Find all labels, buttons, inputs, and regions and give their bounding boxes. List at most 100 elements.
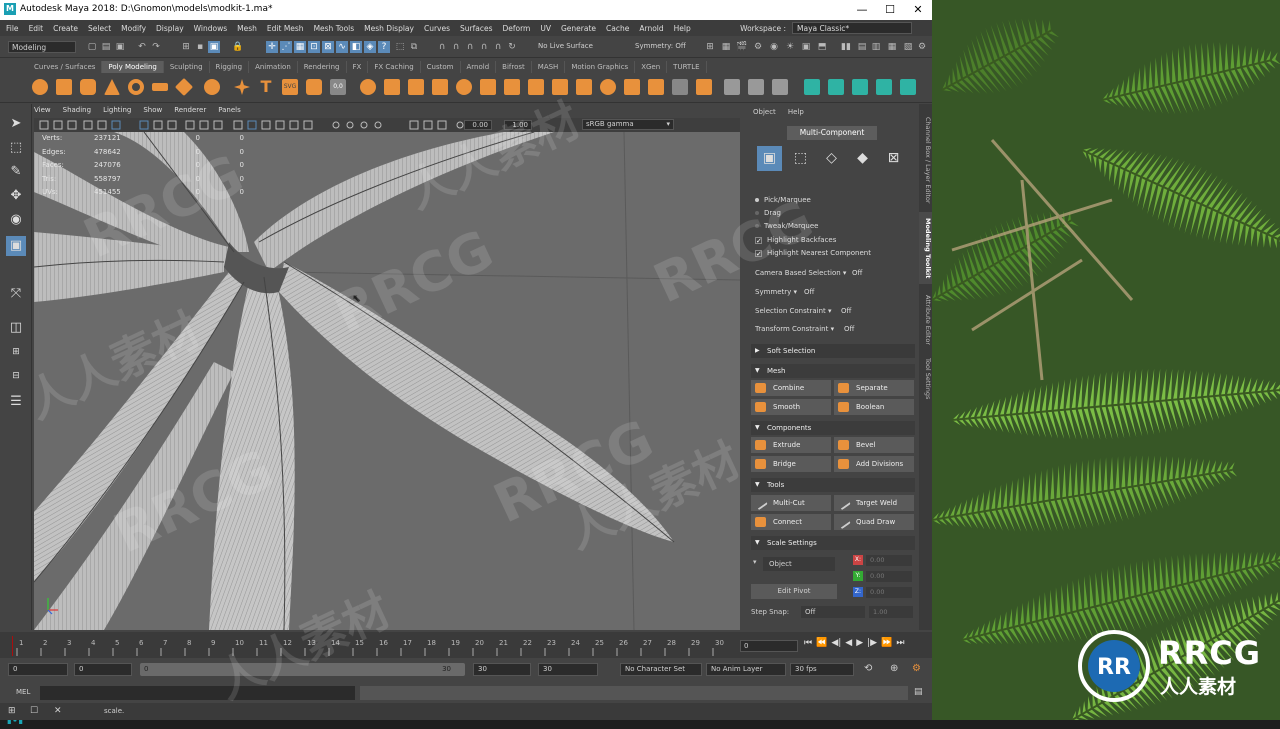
- workspace-dropdown[interactable]: Maya Classic*: [792, 22, 912, 34]
- uv-mode-icon[interactable]: ⊠: [881, 146, 906, 171]
- range-slider[interactable]: 0 30: [140, 663, 465, 676]
- single-perspective-layout-icon[interactable]: ◫: [6, 318, 26, 338]
- shelf-tab-curves-surfaces[interactable]: Curves / Surfaces: [28, 61, 102, 73]
- menu-file[interactable]: File: [6, 24, 19, 33]
- menu-generate[interactable]: Generate: [561, 24, 596, 33]
- collapse-icon[interactable]: [696, 79, 712, 95]
- selection-mask-render-icon[interactable]: ⬚: [394, 41, 406, 53]
- poly-sphere-icon[interactable]: [32, 79, 48, 95]
- scene-start-field[interactable]: 0: [8, 663, 68, 676]
- live-surface-label[interactable]: No Live Surface: [538, 42, 593, 50]
- last-tool-icon[interactable]: ⤧: [6, 284, 26, 304]
- toolkit-menu-help[interactable]: Help: [788, 108, 804, 116]
- shelf-tab-rendering[interactable]: Rendering: [298, 61, 347, 73]
- scale-settings-section[interactable]: Scale Settings: [751, 536, 915, 550]
- select-hierarchy-icon[interactable]: ⊞: [180, 41, 192, 53]
- rotate-tool-icon[interactable]: ◉: [6, 210, 26, 230]
- soft-selection-section[interactable]: Soft Selection: [751, 344, 915, 358]
- step-back-icon[interactable]: ◀|: [831, 638, 841, 648]
- extract-icon[interactable]: [408, 79, 424, 95]
- shelf-tab-poly-modeling[interactable]: Poly Modeling: [102, 61, 163, 73]
- highlight-nearest-checkbox[interactable]: ✓Highlight Nearest Component: [755, 249, 871, 257]
- auto-uv-icon[interactable]: [852, 79, 868, 95]
- object-mode-icon[interactable]: ▣: [757, 146, 782, 171]
- taskbar-close-icon[interactable]: ✕: [54, 706, 62, 716]
- transform-constraint[interactable]: Transform Constraint ▾Off: [755, 325, 834, 333]
- smooth-button[interactable]: Smooth: [751, 399, 831, 415]
- add-divisions-button[interactable]: Add Divisions: [834, 456, 914, 472]
- toggle-sidebar-b-icon[interactable]: ▤: [856, 41, 868, 53]
- selection-mask-misc-icon[interactable]: ?: [378, 41, 390, 53]
- bevel-button[interactable]: Bevel: [834, 437, 914, 453]
- panel-menu-panels[interactable]: Panels: [218, 106, 241, 118]
- separate-icon[interactable]: [384, 79, 400, 95]
- smooth-icon[interactable]: [456, 79, 472, 95]
- command-language-label[interactable]: MEL: [16, 688, 30, 696]
- toolkit-symmetry[interactable]: Symmetry ▾Off: [755, 288, 797, 296]
- shelf-tab-arnold[interactable]: Arnold: [461, 61, 497, 73]
- tab-tool-settings[interactable]: Tool Settings: [919, 354, 932, 404]
- edge-mode-icon[interactable]: ◇: [819, 146, 844, 171]
- y-axis-value[interactable]: 0.00: [866, 571, 912, 582]
- target-weld-button[interactable]: Target Weld: [834, 495, 914, 511]
- boolean-union-icon[interactable]: [480, 79, 496, 95]
- taskbar-windows-icon[interactable]: ⊞: [8, 706, 16, 716]
- new-scene-icon[interactable]: ▢: [86, 41, 98, 53]
- hypershade-icon[interactable]: ◉: [768, 41, 780, 53]
- camera-sequencer-icon[interactable]: ⬒: [816, 41, 828, 53]
- shelf-tab-motion-graphics[interactable]: Motion Graphics: [565, 61, 635, 73]
- shelf-tab-fx[interactable]: FX: [347, 61, 369, 73]
- maximize-button[interactable]: ☐: [876, 0, 904, 20]
- panel-menu-renderer[interactable]: Renderer: [174, 106, 206, 118]
- menu-display[interactable]: Display: [156, 24, 184, 33]
- poly-cube-icon[interactable]: [56, 79, 72, 95]
- tools-section[interactable]: Tools: [751, 478, 915, 492]
- zero-transform-icon[interactable]: 0,0: [330, 79, 346, 95]
- play-forward-icon[interactable]: ▶: [856, 638, 863, 648]
- snap-surface-icon[interactable]: ∩: [492, 41, 504, 53]
- poly-torus-icon[interactable]: [128, 79, 144, 95]
- tweak-marquee-option[interactable]: Tweak/Marquee: [755, 222, 818, 230]
- command-input[interactable]: [40, 686, 355, 700]
- scene-end-field[interactable]: 30: [538, 663, 598, 676]
- menu-edit-mesh[interactable]: Edit Mesh: [267, 24, 304, 33]
- multi-cut-icon[interactable]: [724, 79, 740, 95]
- shelf-tab-sculpting[interactable]: Sculpting: [164, 61, 210, 73]
- menu-mesh-display[interactable]: Mesh Display: [364, 24, 414, 33]
- highlight-backfaces-checkbox[interactable]: ✓Highlight Backfaces: [755, 236, 836, 244]
- boolean-difference-icon[interactable]: [504, 79, 520, 95]
- pick-marquee-option[interactable]: Pick/Marquee: [755, 196, 811, 204]
- toggle-sidebar-d-icon[interactable]: ▦: [886, 41, 898, 53]
- menu-mesh[interactable]: Mesh: [237, 24, 257, 33]
- step-back-key-icon[interactable]: ⏪: [816, 638, 827, 648]
- panel-menu-view[interactable]: View: [34, 106, 51, 118]
- poly-cone-icon[interactable]: [104, 79, 120, 95]
- menu-curves[interactable]: Curves: [424, 24, 450, 33]
- scale-tool-icon[interactable]: ▣: [6, 236, 26, 256]
- undo-icon[interactable]: ↶: [136, 41, 148, 53]
- mirror-icon[interactable]: [528, 79, 544, 95]
- tab-channel-box[interactable]: Channel Box / Layer Editor: [919, 110, 932, 210]
- bevel-icon[interactable]: [600, 79, 616, 95]
- menu-edit[interactable]: Edit: [29, 24, 44, 33]
- snap-projected-icon[interactable]: ∩: [478, 41, 490, 53]
- snap-point-icon[interactable]: ∩: [464, 41, 476, 53]
- combine-button[interactable]: Combine: [751, 380, 831, 396]
- x-axis-value[interactable]: 0.00: [866, 555, 912, 566]
- camera-uv-icon[interactable]: [900, 79, 916, 95]
- menu-uv[interactable]: UV: [540, 24, 551, 33]
- panel-menu-lighting[interactable]: Lighting: [103, 106, 131, 118]
- render-view-icon[interactable]: ☀: [784, 41, 796, 53]
- selection-mask-curve-icon[interactable]: ∿: [336, 41, 348, 53]
- multi-component-button[interactable]: Multi-Component: [787, 126, 877, 140]
- preferences-icon[interactable]: ⚙: [912, 663, 921, 674]
- extrude-button[interactable]: Extrude: [751, 437, 831, 453]
- outliner-layout-icon[interactable]: ☰: [6, 392, 26, 412]
- menu-surfaces[interactable]: Surfaces: [460, 24, 492, 33]
- move-tool-icon[interactable]: ✥: [6, 186, 26, 206]
- go-to-end-icon[interactable]: ⏭: [896, 638, 904, 648]
- shelf-tab-rigging[interactable]: Rigging: [210, 61, 250, 73]
- taskbar-restore-icon[interactable]: ☐: [30, 706, 38, 716]
- go-to-start-icon[interactable]: ⏮: [804, 638, 812, 648]
- poke-icon[interactable]: [624, 79, 640, 95]
